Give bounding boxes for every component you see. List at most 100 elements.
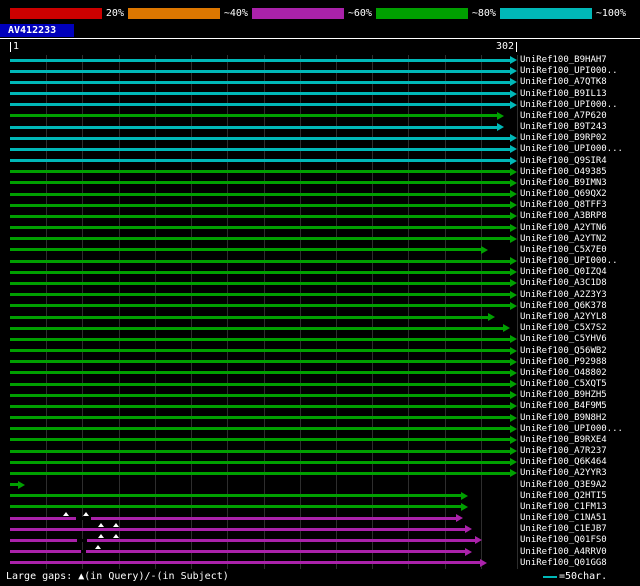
alignment-bar[interactable]: [10, 126, 497, 129]
hit-label[interactable]: UniRef100_Q01GG8: [520, 558, 607, 569]
alignment-bar[interactable]: [10, 204, 510, 207]
alignment-bar[interactable]: [10, 405, 510, 408]
alignment-bar[interactable]: [10, 528, 465, 531]
alignment-bar-arrowhead[interactable]: [456, 514, 463, 522]
hit-label[interactable]: UniRef100_UPI000...: [520, 424, 623, 435]
alignment-bar-arrowhead[interactable]: [480, 559, 487, 567]
alignment-bar-arrowhead[interactable]: [510, 414, 517, 422]
alignment-bar-arrowhead[interactable]: [510, 458, 517, 466]
alignment-bar[interactable]: [10, 338, 510, 341]
alignment-bar-arrowhead[interactable]: [465, 548, 472, 556]
hit-label[interactable]: UniRef100_A3C1D8: [520, 278, 607, 289]
hit-label[interactable]: UniRef100_B9HAH7: [520, 55, 607, 66]
alignment-bar[interactable]: [10, 360, 510, 363]
alignment-bar-arrowhead[interactable]: [510, 347, 517, 355]
hit-label[interactable]: UniRef100_B9HZH5: [520, 390, 607, 401]
alignment-bar[interactable]: [10, 550, 465, 553]
alignment-bar[interactable]: [10, 114, 497, 117]
hit-label[interactable]: UniRef100_O49385: [520, 167, 607, 178]
hit-label[interactable]: UniRef100_C1EJB7: [520, 524, 607, 535]
alignment-bar-arrowhead[interactable]: [510, 380, 517, 388]
alignment-bar-arrowhead[interactable]: [461, 503, 468, 511]
alignment-bar[interactable]: [10, 383, 510, 386]
alignment-bar[interactable]: [10, 438, 510, 441]
hit-label[interactable]: UniRef100_Q3E9A2: [520, 480, 607, 491]
alignment-bar[interactable]: [10, 248, 481, 251]
alignment-bar-arrowhead[interactable]: [510, 436, 517, 444]
alignment-bar[interactable]: [10, 349, 510, 352]
alignment-bar[interactable]: [10, 271, 510, 274]
alignment-bar[interactable]: [10, 92, 510, 95]
alignment-bar-arrowhead[interactable]: [510, 291, 517, 299]
alignment-bar-arrowhead[interactable]: [510, 369, 517, 377]
hit-label[interactable]: UniRef100_O48802: [520, 368, 607, 379]
alignment-bar[interactable]: [10, 282, 510, 285]
alignment-bar[interactable]: [10, 237, 510, 240]
hit-label[interactable]: UniRef100_A7QTK8: [520, 77, 607, 88]
alignment-bar[interactable]: [10, 505, 461, 508]
alignment-bar-arrowhead[interactable]: [510, 56, 517, 64]
alignment-bar-arrowhead[interactable]: [510, 279, 517, 287]
alignment-bar[interactable]: [10, 304, 510, 307]
alignment-bar[interactable]: [10, 215, 510, 218]
alignment-bar-arrowhead[interactable]: [510, 78, 517, 86]
alignment-bar[interactable]: [10, 148, 510, 151]
hit-label[interactable]: UniRef100_C1FM13: [520, 502, 607, 513]
alignment-bar[interactable]: [10, 416, 510, 419]
hit-label[interactable]: UniRef100_C5X7S2: [520, 323, 607, 334]
alignment-bar[interactable]: [10, 137, 510, 140]
alignment-bar-arrowhead[interactable]: [510, 469, 517, 477]
alignment-bar-arrowhead[interactable]: [510, 235, 517, 243]
hit-label[interactable]: UniRef100_C1NA51: [520, 513, 607, 524]
alignment-bar[interactable]: [10, 59, 510, 62]
alignment-bar-arrowhead[interactable]: [510, 447, 517, 455]
alignment-bar[interactable]: [10, 461, 510, 464]
alignment-bar-arrowhead[interactable]: [503, 324, 510, 332]
hit-label[interactable]: UniRef100_A2YYL8: [520, 312, 607, 323]
hit-label[interactable]: UniRef100_A2Z3Y3: [520, 290, 607, 301]
hit-label[interactable]: UniRef100_B9RP02: [520, 133, 607, 144]
alignment-bar[interactable]: [10, 394, 510, 397]
alignment-bar-arrowhead[interactable]: [475, 536, 482, 544]
alignment-bar-arrowhead[interactable]: [481, 246, 488, 254]
hit-label[interactable]: UniRef100_Q6K378: [520, 301, 607, 312]
alignment-bar-arrowhead[interactable]: [510, 168, 517, 176]
alignment-bar[interactable]: [10, 159, 510, 162]
alignment-bar-arrowhead[interactable]: [510, 157, 517, 165]
alignment-bar[interactable]: [10, 494, 461, 497]
hit-label[interactable]: UniRef100_UPI000...: [520, 144, 623, 155]
alignment-bar[interactable]: [10, 81, 510, 84]
alignment-bar-arrowhead[interactable]: [461, 492, 468, 500]
alignment-bar-arrowhead[interactable]: [510, 201, 517, 209]
alignment-bar[interactable]: [10, 293, 510, 296]
alignment-bar-arrowhead[interactable]: [510, 402, 517, 410]
alignment-bar-arrowhead[interactable]: [465, 525, 472, 533]
hit-label[interactable]: UniRef100_UPI000..: [520, 66, 618, 77]
hit-label[interactable]: UniRef100_Q8TFF3: [520, 200, 607, 211]
alignment-bar[interactable]: [10, 170, 510, 173]
hit-label[interactable]: UniRef100_A7P620: [520, 111, 607, 122]
alignment-bar-arrowhead[interactable]: [510, 302, 517, 310]
alignment-bar[interactable]: [10, 70, 510, 73]
alignment-bar[interactable]: [10, 226, 510, 229]
hit-label[interactable]: UniRef100_C5X7E0: [520, 245, 607, 256]
hit-label[interactable]: UniRef100_A3BRP8: [520, 211, 607, 222]
alignment-bar-arrowhead[interactable]: [510, 358, 517, 366]
alignment-bar[interactable]: [10, 427, 510, 430]
alignment-bar[interactable]: [10, 561, 480, 564]
alignment-bar-arrowhead[interactable]: [510, 145, 517, 153]
alignment-bar-arrowhead[interactable]: [510, 257, 517, 265]
alignment-bar[interactable]: [10, 103, 510, 106]
hit-label[interactable]: UniRef100_A2YTN2: [520, 234, 607, 245]
hit-label[interactable]: UniRef100_Q69QX2: [520, 189, 607, 200]
alignment-bar-arrowhead[interactable]: [510, 179, 517, 187]
hit-label[interactable]: UniRef100_A7R237: [520, 446, 607, 457]
alignment-bar-arrowhead[interactable]: [510, 425, 517, 433]
alignment-bar-arrowhead[interactable]: [510, 101, 517, 109]
alignment-bar-arrowhead[interactable]: [497, 112, 504, 120]
alignment-bar[interactable]: [10, 316, 488, 319]
hit-label[interactable]: UniRef100_Q6K464: [520, 457, 607, 468]
hit-label[interactable]: UniRef100_P92988: [520, 357, 607, 368]
hit-label[interactable]: UniRef100_Q0IZQ4: [520, 267, 607, 278]
hit-label[interactable]: UniRef100_Q01FS0: [520, 535, 607, 546]
